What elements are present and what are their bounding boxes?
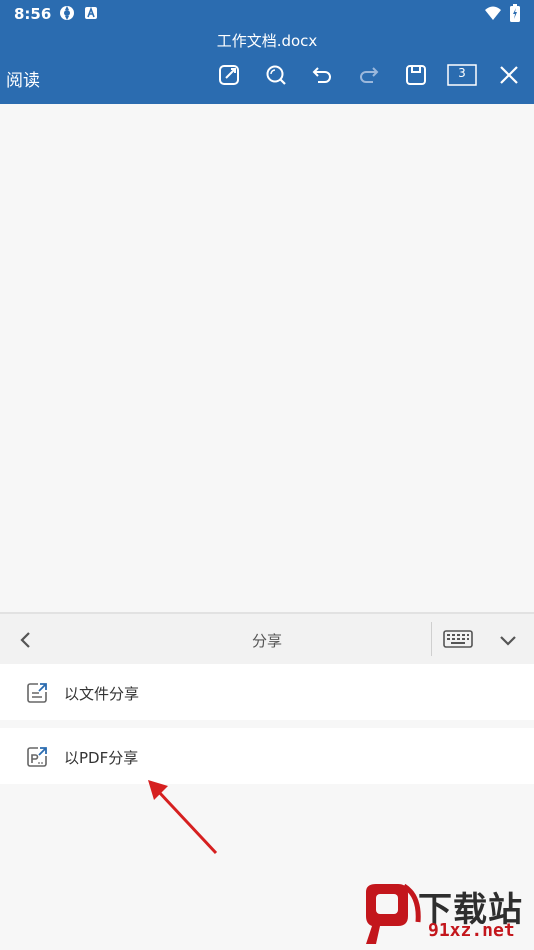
watermark-logo: 下载站 91xz.net bbox=[358, 882, 530, 948]
annotation-arrow bbox=[148, 780, 218, 855]
watermark-nine-icon bbox=[366, 883, 421, 944]
watermark-url: 91xz.net bbox=[428, 920, 515, 941]
